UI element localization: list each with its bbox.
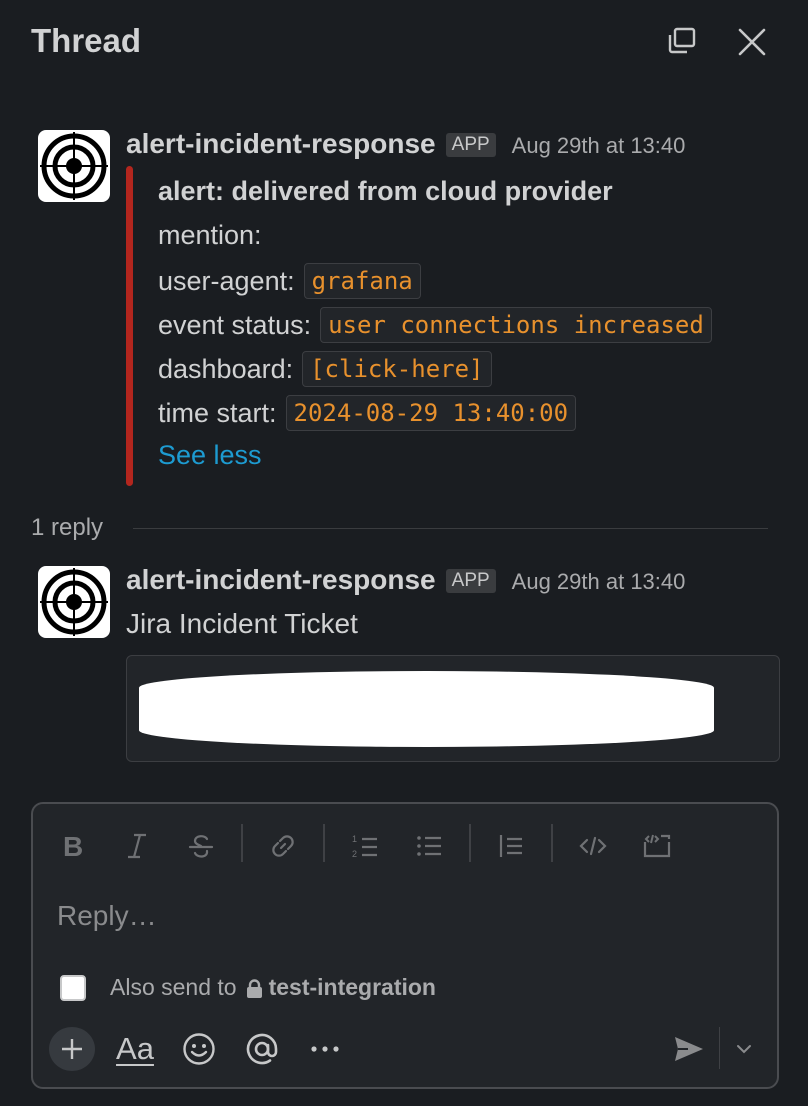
event-status-label: event status: <box>158 309 312 340</box>
attach-button[interactable] <box>49 1027 95 1071</box>
toolbar-divider <box>323 824 325 862</box>
dashboard-label: dashboard: <box>158 353 294 384</box>
strikethrough-button[interactable] <box>181 826 221 866</box>
time-start-row: time start: 2024-08-29 13:40:00 <box>158 395 577 431</box>
mention-label: mention: <box>158 220 262 250</box>
bulleted-list-button[interactable] <box>409 826 449 866</box>
open-in-window-button[interactable] <box>660 22 700 62</box>
plus-icon <box>62 1039 82 1059</box>
ordered-list-icon: 12 <box>352 834 377 859</box>
also-send-label: Also send to <box>110 974 237 1000</box>
reply-text: Jira Incident Ticket <box>126 608 358 639</box>
toolbar-divider <box>551 824 553 862</box>
chevron-down-icon <box>737 1045 751 1054</box>
close-icon <box>738 28 766 56</box>
toolbar-divider <box>469 824 471 862</box>
link-button[interactable] <box>263 826 303 866</box>
more-icon <box>311 1046 339 1052</box>
dashboard-row: dashboard: [click-here] <box>158 351 492 387</box>
bulleted-list-icon <box>417 836 441 856</box>
code-button[interactable] <box>573 826 613 866</box>
more-button[interactable] <box>303 1027 347 1071</box>
emoji-button[interactable] <box>177 1027 221 1071</box>
code-block-button[interactable] <box>637 826 677 866</box>
user-agent-value: grafana <box>303 263 421 299</box>
app-badge: APP <box>445 133 496 157</box>
svg-text:B: B <box>63 832 83 860</box>
close-button[interactable] <box>732 22 772 62</box>
event-status-value: user connections increased <box>320 307 712 343</box>
link-icon <box>272 835 294 857</box>
reply-timestamp[interactable]: Aug 29th at 13:40 <box>512 569 686 595</box>
see-less-link[interactable]: See less <box>158 440 262 471</box>
blockquote-button[interactable] <box>491 826 531 866</box>
message-header: alert-incident-response APP Aug 29th at … <box>126 128 685 160</box>
dashboard-value: [click-here] <box>302 351 492 387</box>
also-send-checkbox[interactable] <box>60 974 86 1001</box>
target-icon <box>40 132 108 200</box>
svg-text:1: 1 <box>352 834 357 844</box>
alert-line: alert: delivered from cloud provider <box>158 176 613 206</box>
time-start-value: 2024-08-29 13:40:00 <box>285 395 577 431</box>
avatar[interactable] <box>38 130 110 202</box>
sender-name[interactable]: alert-incident-response <box>126 128 436 160</box>
bold-icon: B <box>63 832 83 860</box>
target-icon <box>40 568 108 636</box>
reply-app-badge: APP <box>445 569 496 593</box>
time-start-label: time start: <box>158 397 277 428</box>
emoji-icon <box>183 1033 215 1065</box>
code-icon <box>579 836 607 856</box>
open-in-window-icon <box>668 27 696 54</box>
reply-sender-name[interactable]: alert-incident-response <box>126 564 436 596</box>
reply-count: 1 reply <box>31 514 104 541</box>
reply-message-header: alert-incident-response APP Aug 29th at … <box>126 564 685 596</box>
toolbar-divider <box>241 824 243 862</box>
channel-name: test-integration <box>268 974 436 1000</box>
reply-composer: B 12 Also send to test-integration Aa <box>31 802 779 1089</box>
reply-input[interactable] <box>57 900 747 932</box>
link-preview-card[interactable] <box>126 655 780 762</box>
lock-icon <box>246 978 262 998</box>
message-timestamp[interactable]: Aug 29th at 13:40 <box>512 133 686 159</box>
formatting-toggle-button[interactable]: Aa <box>113 1027 157 1071</box>
svg-text:2: 2 <box>352 849 357 859</box>
blockquote-icon <box>499 835 522 857</box>
redacted-content <box>139 671 714 747</box>
schedule-send-dropdown[interactable] <box>727 1027 761 1071</box>
send-icon <box>675 1037 703 1061</box>
user-agent-label: user-agent: <box>158 265 295 296</box>
mention-button[interactable] <box>240 1027 284 1071</box>
attachment-accent-bar <box>126 166 133 486</box>
reply-avatar[interactable] <box>38 566 110 638</box>
thread-title: Thread <box>31 22 142 59</box>
mention-icon <box>246 1033 278 1065</box>
italic-button[interactable] <box>117 826 157 866</box>
bold-button[interactable]: B <box>53 826 93 866</box>
user-agent-row: user-agent: grafana <box>158 263 421 299</box>
italic-icon <box>128 833 146 859</box>
strikethrough-icon <box>188 835 214 858</box>
event-status-row: event status: user connections increased <box>158 307 712 343</box>
code-block-icon <box>643 834 671 858</box>
reply-divider <box>133 528 768 529</box>
send-button[interactable] <box>667 1027 711 1071</box>
send-divider <box>719 1027 720 1069</box>
also-send-row: Also send to test-integration <box>60 974 436 1001</box>
ordered-list-button[interactable]: 12 <box>345 826 385 866</box>
thread-header: Thread <box>0 0 808 86</box>
